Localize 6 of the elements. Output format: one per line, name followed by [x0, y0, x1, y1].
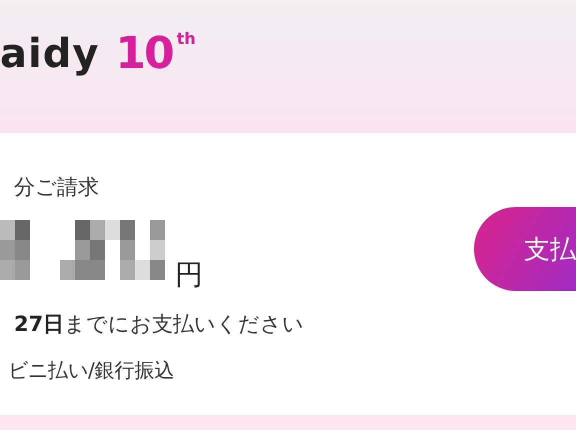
currency-label: 円: [175, 257, 203, 293]
due-date-text: 27日までにお支払いください: [14, 311, 304, 338]
logo-text: aidy: [0, 30, 100, 79]
pay-button[interactable]: 支払: [474, 207, 576, 291]
bill-title: 分ご請求: [14, 174, 100, 201]
payment-methods-text: ビニ払い/銀行振込: [8, 357, 176, 384]
